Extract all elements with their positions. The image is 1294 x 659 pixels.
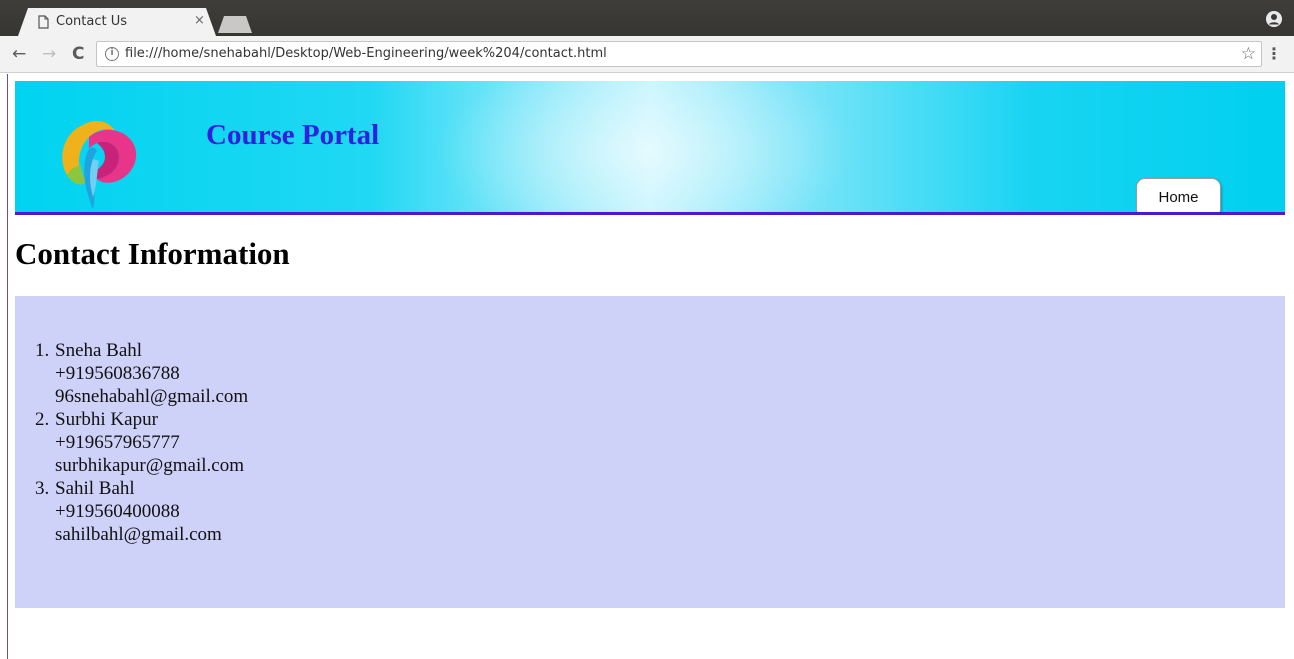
page-edge-line (7, 74, 8, 659)
contact-list: 1. Sneha Bahl +919560836788 96snehabahl@… (35, 339, 248, 546)
home-button[interactable]: Home (1136, 178, 1221, 212)
site-title: Course Portal (206, 119, 380, 151)
back-icon[interactable]: ← (12, 44, 26, 64)
contact-phone: +919657965777 (55, 432, 180, 453)
contact-panel: 1. Sneha Bahl +919560836788 96snehabahl@… (15, 296, 1285, 608)
new-tab-button[interactable] (218, 16, 252, 33)
site-header: Course Portal Home (15, 81, 1285, 215)
browser-tab[interactable]: Contact Us × (18, 8, 216, 36)
contact-phone: +919560400088 (55, 501, 180, 522)
contact-phone: +919560836788 (55, 363, 180, 384)
address-bar[interactable]: i file:///home/snehabahl/Desktop/Web-Eng… (96, 41, 1262, 67)
logo-icon (62, 121, 137, 209)
contact-name: Sneha Bahl (55, 340, 143, 361)
contact-email: 96snehabahl@gmail.com (55, 386, 249, 407)
list-item-number: 1. (35, 340, 50, 361)
contact-email: sahilbahl@gmail.com (55, 524, 222, 545)
contact-email: surbhikapur@gmail.com (55, 455, 244, 476)
list-item-number: 3. (35, 478, 50, 499)
header-glow (435, 81, 855, 212)
tab-title: Contact Us (56, 14, 127, 29)
browser-tab-strip: Contact Us × (0, 0, 1294, 36)
document-icon (38, 15, 49, 29)
list-item-number: 2. (35, 409, 50, 430)
page-viewport: Course Portal Home Contact Information 1… (0, 74, 1294, 659)
info-icon[interactable]: i (105, 47, 119, 61)
list-item: 2. Surbhi Kapur +919657965777 surbhikapu… (35, 408, 248, 477)
profile-icon[interactable] (1266, 11, 1282, 27)
contact-name: Sahil Bahl (55, 478, 135, 499)
star-icon[interactable]: ☆ (1241, 44, 1256, 64)
browser-toolbar: ← → C i file:///home/snehabahl/Desktop/W… (0, 36, 1294, 73)
list-item: 3. Sahil Bahl +919560400088 sahilbahl@gm… (35, 477, 248, 546)
forward-icon[interactable]: → (42, 44, 56, 64)
url-text[interactable]: file:///home/snehabahl/Desktop/Web-Engin… (125, 46, 607, 61)
list-item: 1. Sneha Bahl +919560836788 96snehabahl@… (35, 339, 248, 408)
page-title: Contact Information (15, 236, 290, 271)
kebab-menu-icon[interactable]: ⋮ (1266, 44, 1282, 64)
reload-icon[interactable]: C (72, 44, 84, 64)
tab-close-icon[interactable]: × (194, 13, 205, 28)
contact-name: Surbhi Kapur (55, 409, 158, 430)
